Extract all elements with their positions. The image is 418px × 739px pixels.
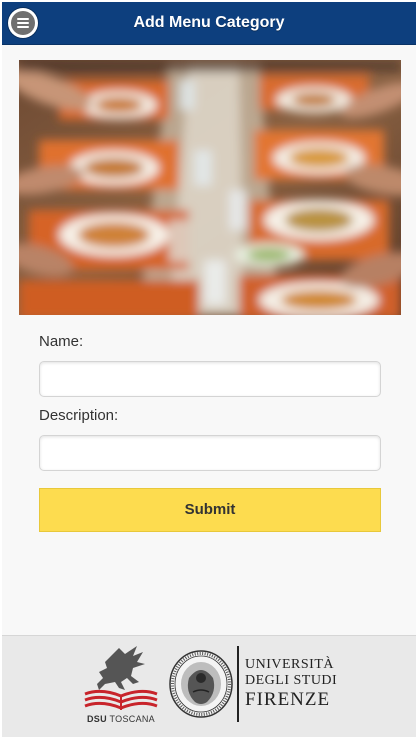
- page-title: Add Menu Category: [133, 14, 285, 31]
- app-frame: Add Menu Category Name: Description: Sub…: [2, 2, 416, 737]
- menu-button[interactable]: [8, 8, 38, 38]
- university-name: UNIVERSITÀ DEGLI STUDI FIRENZE: [245, 657, 338, 710]
- description-input[interactable]: [39, 435, 381, 471]
- university-seal-icon: [169, 650, 233, 718]
- name-label: Name:: [39, 333, 84, 350]
- header-bar: Add Menu Category: [2, 2, 416, 45]
- submit-button[interactable]: Submit: [39, 488, 381, 532]
- dsu-toscana-logo: DSU TOSCANA: [81, 644, 161, 728]
- pegasus-icon: [84, 646, 158, 710]
- hamburger-menu-icon: [11, 11, 35, 35]
- footer: DSU TOSCANA UNIVERSITÀ DEGLI STUDI FIREN…: [2, 635, 416, 737]
- dsu-text: DSU TOSCANA: [87, 714, 155, 724]
- dining-photo: [19, 60, 401, 315]
- banner-image: [19, 60, 401, 315]
- logo-divider: [237, 646, 239, 722]
- description-label: Description:: [39, 407, 119, 424]
- name-input[interactable]: [39, 361, 381, 397]
